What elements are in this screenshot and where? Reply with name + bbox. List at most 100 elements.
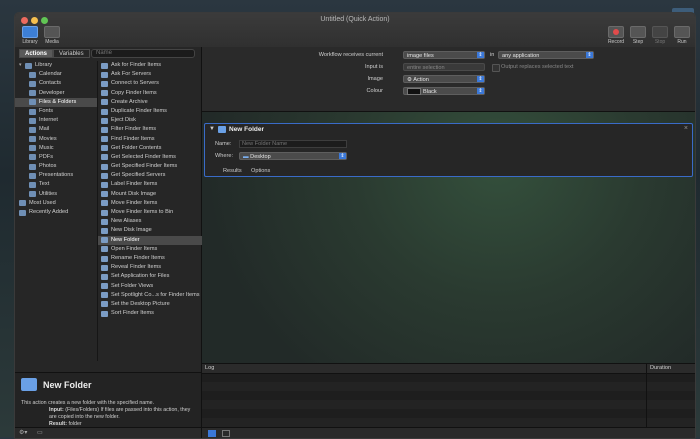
finder-action-icon — [101, 310, 108, 317]
action-item[interactable]: Filter Finder Items — [98, 125, 202, 134]
category-item[interactable]: Mail — [15, 125, 97, 134]
media-button[interactable]: Media — [41, 26, 63, 45]
action-item[interactable]: Open Finder Items — [98, 245, 202, 254]
tab-variables[interactable]: Variables — [53, 49, 90, 58]
action-item[interactable]: Copy Finder Items — [98, 89, 202, 98]
gear-icon[interactable]: ⚙▾ — [19, 429, 27, 436]
finder-action-icon — [101, 99, 108, 106]
category-item[interactable]: Contacts — [15, 79, 97, 88]
category-icon — [29, 71, 36, 78]
description-body: This action creates a new folder with th… — [21, 400, 195, 428]
finder-action-icon — [101, 273, 108, 280]
action-item[interactable]: Get Specified Finder Items — [98, 162, 202, 171]
action-item[interactable]: Mount Disk Image — [98, 190, 202, 199]
where-value: Desktop — [250, 154, 271, 160]
variables-view-icon[interactable] — [222, 430, 230, 437]
application-popup[interactable]: any application — [498, 51, 594, 59]
category-item[interactable]: Photos — [15, 162, 97, 171]
category-item[interactable]: PDFs — [15, 153, 97, 162]
tab-options[interactable]: Options — [251, 168, 270, 174]
colour-value: Black — [423, 89, 437, 95]
action-item[interactable]: Duplicate Finder Items — [98, 107, 202, 116]
action-label: Create Archive — [111, 98, 148, 105]
description-toggle-icon[interactable]: ▭ — [37, 429, 43, 436]
action-item[interactable]: Eject Disk — [98, 116, 202, 125]
new-folder-action-card: ▼ New Folder × Name: Where: ▬ Desktop Re… — [204, 123, 693, 177]
category-item[interactable]: Developer — [15, 89, 97, 98]
category-item[interactable]: ▾ Library — [15, 61, 97, 70]
action-item[interactable]: Move Finder Items to Bin — [98, 208, 202, 217]
action-item[interactable]: Get Folder Contents — [98, 144, 202, 153]
category-item[interactable]: Utilities — [15, 190, 97, 199]
category-label: Mail — [39, 126, 50, 133]
run-button[interactable]: Run — [671, 26, 693, 45]
action-item[interactable]: Rename Finder Items — [98, 254, 202, 263]
action-item[interactable]: Get Selected Finder Items — [98, 153, 202, 162]
new-folder-icon — [21, 378, 37, 391]
category-item[interactable]: Fonts — [15, 107, 97, 116]
library-button[interactable]: Library — [19, 26, 41, 45]
stop-button[interactable]: Stop — [649, 26, 671, 45]
category-icon — [29, 154, 36, 161]
log-header: Log Duration — [202, 364, 695, 374]
tab-results[interactable]: Results — [223, 168, 242, 174]
action-item[interactable]: Set Spotlight Co...s for Finder Items — [98, 291, 202, 300]
action-item[interactable]: Sort Finder Items — [98, 309, 202, 318]
finder-action-icon — [101, 172, 108, 179]
category-label: Recently Added — [29, 209, 69, 215]
finder-action-icon — [101, 145, 108, 152]
where-popup[interactable]: ▬ Desktop — [239, 152, 347, 160]
action-item[interactable]: Label Finder Items — [98, 180, 202, 189]
category-label: Photos — [39, 163, 57, 170]
receives-popup[interactable]: image files — [403, 51, 485, 59]
folder-name-input[interactable] — [239, 140, 347, 148]
step-icon — [630, 26, 646, 38]
category-item[interactable]: Presentations — [15, 171, 97, 180]
step-button[interactable]: Step — [627, 26, 649, 45]
action-item[interactable]: Ask for Finder Items — [98, 61, 202, 70]
category-item[interactable]: Music — [15, 144, 97, 153]
category-item[interactable]: Internet — [15, 116, 97, 125]
output-replaces-label: Output replaces selected text — [501, 64, 574, 70]
category-item[interactable]: Most Used — [15, 199, 97, 208]
action-item[interactable]: Create Archive — [98, 98, 202, 107]
colour-popup[interactable]: Black — [403, 87, 485, 96]
log-column-header[interactable]: Log — [205, 365, 214, 371]
action-list: Ask for Finder Items Ask For Servers Conne… — [97, 61, 202, 361]
finder-action-icon — [101, 255, 108, 262]
close-icon[interactable]: × — [684, 125, 688, 132]
action-item[interactable]: New Disk Image — [98, 226, 202, 235]
search-input[interactable] — [91, 49, 195, 58]
action-item[interactable]: New Aliases — [98, 217, 202, 226]
image-popup[interactable]: ⚙ Action — [403, 75, 485, 83]
record-button[interactable]: Record — [605, 26, 627, 45]
finder-action-icon — [101, 136, 108, 143]
action-item[interactable]: New Folder — [98, 235, 202, 245]
collapse-triangle-icon[interactable]: ▼ — [209, 126, 215, 132]
category-item[interactable]: Movies — [15, 135, 97, 144]
action-item[interactable]: Ask For Servers — [98, 70, 202, 79]
action-item[interactable]: Move Finder Items — [98, 199, 202, 208]
action-item[interactable]: Connect to Servers — [98, 79, 202, 88]
category-item[interactable]: Recently Added — [15, 208, 97, 217]
action-item[interactable]: Find Finder Items — [98, 135, 202, 144]
category-item[interactable]: Calendar — [15, 70, 97, 79]
category-item[interactable]: Files & Folders — [15, 97, 97, 107]
action-item[interactable]: Set the Desktop Picture — [98, 300, 202, 309]
category-item[interactable]: Text — [15, 180, 97, 189]
card-header: ▼ New Folder × — [205, 124, 692, 135]
duration-column-header[interactable]: Duration — [650, 365, 671, 371]
tab-actions[interactable]: Actions — [19, 49, 54, 58]
action-label: Set Application for Files — [111, 273, 170, 280]
category-icon — [29, 117, 36, 124]
action-item[interactable]: Set Folder Views — [98, 282, 202, 291]
log-view-icon[interactable] — [208, 430, 216, 437]
action-item[interactable]: Reveal Finder Items — [98, 263, 202, 272]
output-replaces-checkbox[interactable] — [492, 64, 500, 72]
input-is-popup[interactable]: entire selection — [403, 63, 485, 71]
finder-action-icon — [101, 218, 108, 225]
receives-label: Workflow receives current — [318, 52, 383, 58]
action-item[interactable]: Get Specified Servers — [98, 171, 202, 180]
action-item[interactable]: Set Application for Files — [98, 272, 202, 281]
action-label: Connect to Servers — [111, 80, 159, 87]
